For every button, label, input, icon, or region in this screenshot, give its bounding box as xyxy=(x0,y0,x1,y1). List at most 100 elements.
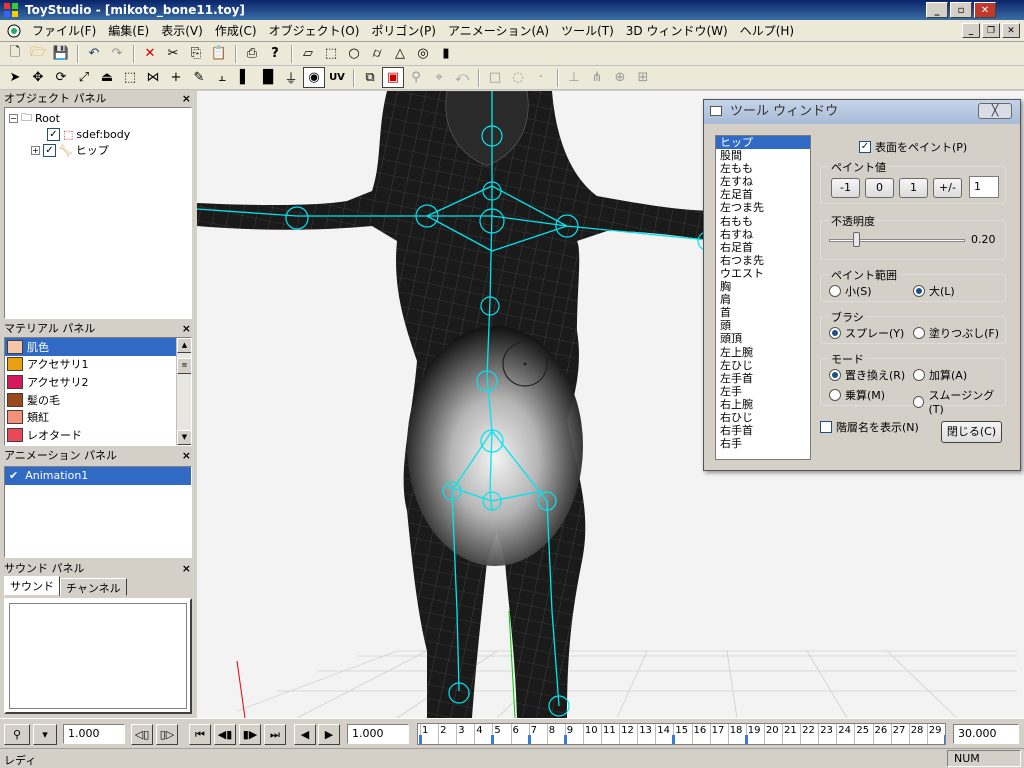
close-icon[interactable]: ✕ xyxy=(974,2,996,18)
bone-list-item[interactable]: ヒップ xyxy=(716,136,810,150)
lasso-icon[interactable]: ◌ xyxy=(507,67,529,88)
bone-branch-icon[interactable]: ⋔ xyxy=(586,67,608,88)
paint-weight-icon[interactable]: ◉ xyxy=(303,67,325,88)
range-large-option[interactable]: 大(L) xyxy=(913,283,955,299)
sound-list[interactable] xyxy=(9,603,187,709)
weight-fill-icon[interactable]: █ xyxy=(257,67,279,88)
tree-item-hip[interactable]: + ✓ 🦴 ヒップ xyxy=(31,142,109,158)
bone-list-item[interactable]: 左手 xyxy=(716,385,810,398)
paint-minus-button[interactable]: -1 xyxy=(831,178,860,198)
menu-file[interactable]: ファイル(F) xyxy=(26,21,102,41)
menu-object[interactable]: オブジェクト(O) xyxy=(263,21,366,41)
play-icon[interactable]: ▶ xyxy=(318,724,340,745)
paint-zero-button[interactable]: 0 xyxy=(865,178,894,198)
keyframe-marker[interactable] xyxy=(527,735,531,744)
mode-add-radio[interactable] xyxy=(913,369,925,381)
keyframe-marker[interactable] xyxy=(672,735,676,744)
tool-window-close-icon[interactable]: ╳ xyxy=(978,103,1012,119)
menu-3d-window[interactable]: 3D ウィンドウ(W) xyxy=(620,21,734,41)
bone-add-icon[interactable]: ⊥ xyxy=(563,67,585,88)
paint-surface-checkbox[interactable]: ✓ xyxy=(859,141,871,153)
scroll-up-icon[interactable]: ▲ xyxy=(177,338,191,353)
bone-list-item[interactable]: 股間 xyxy=(716,149,810,162)
keyframe-marker[interactable] xyxy=(491,735,495,744)
end-frame-input[interactable]: 30.000 xyxy=(953,724,1019,744)
bone-list-item[interactable]: 首 xyxy=(716,306,810,319)
torus-icon[interactable]: ◎ xyxy=(412,43,434,64)
keyframe-marker[interactable] xyxy=(419,735,422,744)
tab-channel[interactable]: チャンネル xyxy=(60,578,127,596)
menu-polygon[interactable]: ポリゴン(P) xyxy=(365,21,442,41)
mode-replace-option[interactable]: 置き換え(R) xyxy=(829,367,905,383)
dropdown-arrow-icon[interactable]: ▾ xyxy=(33,724,57,745)
keyframe-marker[interactable] xyxy=(943,735,945,744)
bone-list-item[interactable]: 左つま先 xyxy=(716,201,810,214)
mdi-minimize-icon[interactable]: _ xyxy=(962,23,980,38)
menu-tools[interactable]: ツール(T) xyxy=(555,21,620,41)
stamp-icon[interactable]: ⏚ xyxy=(280,67,302,88)
animation-item[interactable]: ✔ Animation1 xyxy=(5,467,191,485)
uv-button[interactable]: UV xyxy=(326,67,348,88)
paint-surface-option[interactable]: ✓ 表面をペイント(P) xyxy=(859,139,967,155)
range-small-radio[interactable] xyxy=(829,285,841,297)
bone-list-item[interactable]: 頭 xyxy=(716,319,810,332)
material-item[interactable]: 髪の毛 xyxy=(5,391,191,409)
frame-ruler[interactable]: 1 2 3 4 5 6 7 8 9 10 11 12 13 14 15 16 17 18 19 20 21 22 23 24 2… xyxy=(417,723,946,745)
bone-list-item[interactable]: ウエスト xyxy=(716,267,810,280)
bone-list-item[interactable]: 胸 xyxy=(716,280,810,293)
bone-list-item[interactable]: 右もも xyxy=(716,215,810,228)
brush-fill-option[interactable]: 塗りつぶし(F) xyxy=(913,325,999,341)
mode-smooth-option[interactable]: スムージング(T) xyxy=(913,387,1005,416)
tree-root[interactable]: − 🗀 Root xyxy=(9,110,60,126)
bone-list-item[interactable]: 右ひじ xyxy=(716,411,810,424)
add-point-icon[interactable]: + xyxy=(165,67,187,88)
rotate-icon[interactable]: ⟳ xyxy=(50,67,72,88)
bone-list-item[interactable]: 左足首 xyxy=(716,188,810,201)
bone-list-item[interactable]: 右手首 xyxy=(716,424,810,437)
prev-key-icon[interactable]: ◀▮ xyxy=(214,724,236,745)
mode-multiply-radio[interactable] xyxy=(829,389,841,401)
opacity-slider-thumb[interactable] xyxy=(853,232,861,247)
visibility-checkbox[interactable]: ✓ xyxy=(43,143,56,157)
cylinder-icon[interactable]: ⌭ xyxy=(366,43,388,64)
close-icon[interactable]: × xyxy=(182,448,191,464)
bone-list-item[interactable]: 右すね xyxy=(716,228,810,241)
show-hierarchy-option[interactable]: 階層名を表示(N) xyxy=(820,419,919,435)
first-frame-icon[interactable]: ⏮ xyxy=(189,724,211,745)
bone-grid-icon[interactable]: ⊞ xyxy=(632,67,654,88)
menu-view[interactable]: 表示(V) xyxy=(155,21,209,41)
menu-help[interactable]: ヘルプ(H) xyxy=(734,21,800,41)
mode-smooth-radio[interactable] xyxy=(913,395,925,408)
print-icon[interactable]: ⎙ xyxy=(241,43,263,64)
material-item[interactable]: 頬紅 xyxy=(5,408,191,426)
bone-list-item[interactable]: 右足首 xyxy=(716,241,810,254)
light-icon[interactable]: ⚲ xyxy=(405,67,427,88)
link-icon[interactable]: ⤺ xyxy=(451,67,473,88)
knife-icon[interactable]: ✎ xyxy=(188,67,210,88)
mdi-restore-icon[interactable]: ❐ xyxy=(982,23,1000,38)
close-button[interactable]: 閉じる(C) xyxy=(941,421,1002,443)
speed-input[interactable]: 1.000 xyxy=(63,724,125,744)
bone-list-item[interactable]: 右つま先 xyxy=(716,254,810,267)
new-file-icon[interactable]: 🗋 xyxy=(4,43,26,64)
material-item[interactable]: アクセサリ1 xyxy=(5,356,191,374)
bone-joint-icon[interactable]: ⊕ xyxy=(609,67,631,88)
next-key-icon[interactable]: ▮▶ xyxy=(239,724,261,745)
close-icon[interactable]: × xyxy=(182,561,191,577)
scale-icon[interactable]: ⤢ xyxy=(73,67,95,88)
box-select-icon[interactable]: □ xyxy=(484,67,506,88)
bone-list-item[interactable]: 左もも xyxy=(716,162,810,175)
close-icon[interactable]: × xyxy=(182,91,191,107)
save-icon[interactable]: 💾 xyxy=(50,43,72,64)
mode-replace-radio[interactable] xyxy=(829,369,841,381)
move-icon[interactable]: ✥ xyxy=(27,67,49,88)
align-icon[interactable]: ⏏ xyxy=(96,67,118,88)
select-arrow-icon[interactable]: ➤ xyxy=(4,67,26,88)
last-frame-icon[interactable]: ⏭ xyxy=(264,724,286,745)
key-tool-icon[interactable]: ⚲ xyxy=(4,724,30,745)
menu-edit[interactable]: 編集(E) xyxy=(102,21,155,41)
point-icon[interactable]: · xyxy=(530,67,552,88)
paint-value-input[interactable]: 1 xyxy=(969,176,999,198)
copy-icon[interactable]: ⎘ xyxy=(185,43,207,64)
keyframe-marker[interactable] xyxy=(744,735,748,744)
